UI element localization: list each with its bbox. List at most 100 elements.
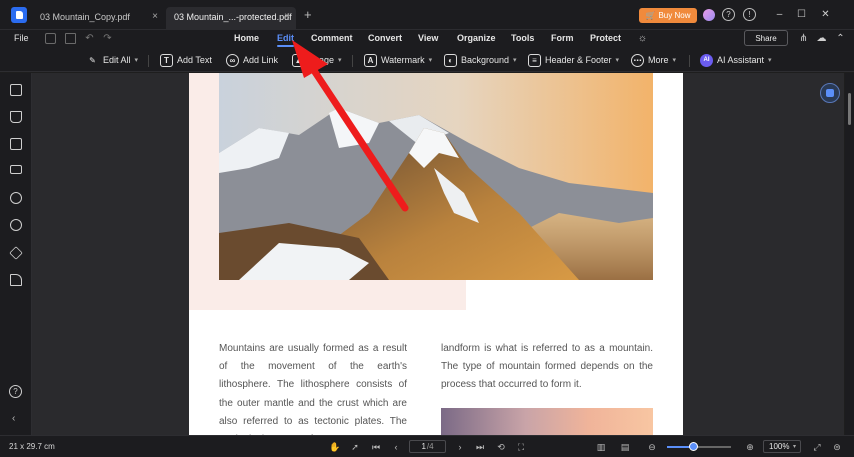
lightbulb-icon[interactable]: ☼ (636, 32, 649, 45)
edit-all-label: Edit All (103, 55, 131, 65)
comment-icon[interactable] (10, 138, 22, 150)
watermark-button[interactable]: A Watermark ▾ (364, 52, 432, 68)
add-text-label: Add Text (177, 55, 212, 65)
next-page-icon[interactable]: › (455, 442, 465, 452)
body-text-column-2[interactable]: landform is what is referred to as a mou… (441, 340, 653, 395)
tab-home[interactable]: Home (234, 33, 259, 43)
chevron-down-icon: ▾ (615, 57, 620, 64)
avatar[interactable] (703, 9, 715, 21)
tab-mountain-protected[interactable]: 03 Mountain_...-protected.pdf × (166, 7, 296, 30)
pdf-page[interactable]: Mountains are usually formed as a result… (189, 73, 683, 435)
chevron-left-icon[interactable]: ‹ (12, 413, 15, 424)
close-window-icon[interactable]: ✕ (819, 8, 832, 21)
more-button[interactable]: ⋯ More ▾ (631, 52, 676, 68)
page-number-field[interactable]: 1 /4 (409, 440, 446, 453)
cart-icon: 🛒 (645, 11, 656, 20)
zoom-out-icon[interactable]: ⊖ (647, 442, 657, 452)
app-logo-icon (11, 7, 27, 23)
page-thumbnail-icon[interactable] (10, 84, 22, 96)
image-button[interactable]: ▲ Image ▾ (292, 52, 342, 68)
tab-tools[interactable]: Tools (511, 33, 534, 43)
attachment-icon[interactable] (10, 192, 22, 204)
help-icon[interactable]: ? (9, 385, 22, 398)
tab-view[interactable]: View (418, 33, 438, 43)
minimize-icon[interactable]: – (773, 8, 786, 21)
edit-ribbon: ✎ Edit All ▾ T Add Text ∞ Add Link ▲ Ima… (0, 48, 854, 72)
cloud-upload-icon[interactable]: ☁ (815, 32, 828, 45)
notification-icon[interactable]: ! (743, 8, 756, 21)
document-canvas[interactable]: Mountains are usually formed as a result… (32, 73, 844, 435)
signature-icon[interactable] (10, 274, 22, 286)
tab-protect[interactable]: Protect (590, 33, 621, 43)
tab-convert[interactable]: Convert (368, 33, 402, 43)
hand-tool-icon[interactable]: ✋ (329, 442, 340, 452)
body-text-column-1[interactable]: Mountains are usually formed as a result… (219, 340, 407, 435)
tab-organize[interactable]: Organize (457, 33, 496, 43)
redo-icon[interactable]: ↷ (101, 32, 114, 45)
total-pages: /4 (426, 442, 434, 451)
ai-floating-icon[interactable] (820, 83, 840, 103)
image-icon: ▲ (292, 53, 305, 67)
fullscreen-icon[interactable]: ⤢ (812, 442, 822, 452)
divider (352, 55, 353, 67)
scrollbar-thumb[interactable] (848, 93, 851, 125)
header-footer-button[interactable]: ≡ Header & Footer ▾ (528, 52, 619, 68)
maximize-icon[interactable]: ☐ (795, 8, 808, 21)
zoom-in-icon[interactable]: ⊕ (745, 442, 755, 452)
edit-all-button[interactable]: ✎ Edit All ▾ (86, 52, 138, 68)
page-layout-icon[interactable]: ▥ (596, 442, 606, 452)
page-adjust-icon[interactable]: ⊜ (832, 442, 842, 452)
sunset-photo[interactable] (441, 408, 653, 435)
zoom-slider[interactable] (667, 442, 731, 451)
undo-icon[interactable]: ↶ (83, 32, 96, 45)
background-icon: ◐ (444, 53, 457, 67)
vertical-scrollbar[interactable] (845, 73, 854, 435)
mountain-photo[interactable] (219, 73, 653, 280)
save-icon[interactable] (45, 33, 56, 44)
layers-icon[interactable] (9, 246, 23, 260)
buy-now-button[interactable]: 🛒 Buy Now (639, 8, 697, 23)
background-label: Background (461, 55, 510, 65)
new-tab-button[interactable]: + (304, 7, 312, 22)
file-menu[interactable]: File (14, 33, 29, 43)
tab-label: 03 Mountain_Copy.pdf (40, 12, 130, 22)
select-tool-icon[interactable]: ➚ (350, 442, 360, 452)
chevron-down-icon: ▾ (428, 57, 433, 64)
tab-label: 03 Mountain_...-protected.pdf (174, 12, 292, 22)
bookmark-icon[interactable] (10, 111, 22, 123)
share-network-icon[interactable]: ⋔ (797, 32, 810, 45)
ai-assistant-button[interactable]: AI AI Assistant ▾ (700, 52, 772, 68)
help-icon[interactable]: ? (722, 8, 735, 21)
tab-comment[interactable]: Comment (311, 33, 353, 43)
chevron-down-icon: ▾ (338, 57, 342, 64)
zoom-level-select[interactable]: 100% ▾ (763, 440, 801, 453)
first-page-icon[interactable]: ⏮ (371, 442, 381, 452)
background-button[interactable]: ◐ Background ▾ (444, 52, 517, 68)
chevron-down-icon: ▾ (672, 57, 677, 64)
rotate-icon[interactable]: ⟲ (496, 442, 506, 452)
add-link-button[interactable]: ∞ Add Link (226, 52, 278, 68)
close-tab-icon[interactable]: × (284, 11, 290, 22)
close-tab-icon[interactable]: × (152, 11, 158, 22)
buy-now-label: Buy Now (658, 11, 691, 20)
collapse-ribbon-icon[interactable]: ⌃ (834, 32, 847, 45)
previous-page-icon[interactable]: ‹ (391, 442, 401, 452)
zoom-slider-handle[interactable] (689, 442, 699, 451)
fit-page-icon[interactable]: ⛶ (516, 442, 526, 452)
share-button[interactable]: Share (744, 30, 788, 46)
search-icon[interactable] (10, 219, 22, 231)
ai-assistant-label: AI Assistant (717, 55, 765, 65)
mountain-photo-image (219, 73, 653, 280)
add-text-button[interactable]: T Add Text (160, 52, 212, 68)
tab-edit[interactable]: Edit (277, 33, 294, 47)
tab-mountain-copy[interactable]: 03 Mountain_Copy.pdf × (32, 7, 164, 30)
chevron-down-icon: ▾ (513, 57, 517, 64)
print-icon[interactable] (65, 33, 76, 44)
zoom-level: 100% (769, 442, 790, 451)
last-page-icon[interactable]: ⏭ (475, 442, 485, 452)
image-label: Image (309, 55, 335, 65)
chevron-down-icon: ▾ (768, 57, 772, 64)
layers-list-icon[interactable] (10, 165, 22, 174)
tab-form[interactable]: Form (551, 33, 574, 43)
scroll-mode-icon[interactable]: ▤ (620, 442, 630, 452)
